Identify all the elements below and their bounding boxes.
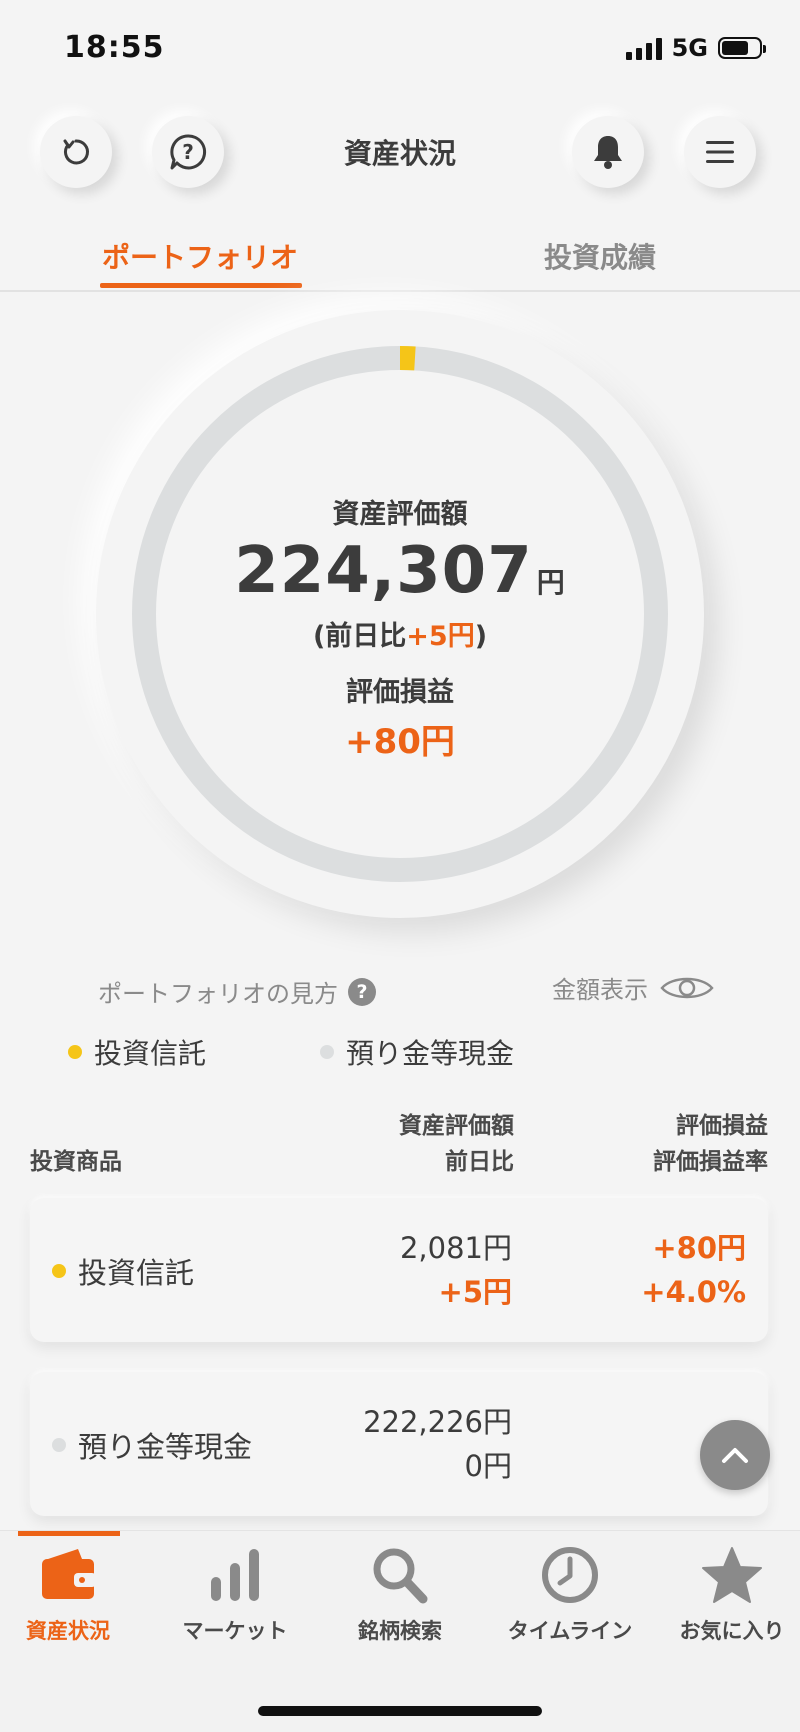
col-header-value-2: 前日比 [445,1149,514,1175]
hamburger-menu-icon [706,141,734,163]
home-indicator [258,1706,542,1716]
scroll-to-top-button[interactable] [700,1420,770,1490]
legend-item-cash: 預り金等現金 [320,1032,514,1072]
asset-value-label: 資産評価額 [332,499,468,530]
eye-icon [660,977,714,998]
holding-value: 222,226円 0円 [363,1400,512,1488]
holding-pl-rate: +4.0% [641,1275,746,1309]
holding-pl: +80円 +4.0% [641,1226,746,1314]
holding-name-label: 預り金等現金 [78,1430,253,1464]
nav-item-timeline[interactable]: タイムライン [490,1545,650,1645]
holding-row-fund[interactable]: 投資信託 2,081円 +5円 +80円 +4.0% [30,1198,768,1342]
day-change-value: +5円 [406,621,475,652]
holding-name-label: 投資信託 [78,1256,195,1290]
col-header-pl: 評価損益 評価損益率 [653,1108,768,1180]
holding-name: 投資信託 [52,1250,194,1292]
holding-dot-cash [52,1438,66,1452]
nav-label: 資産状況 [26,1619,110,1643]
bar-chart-icon [211,1549,259,1601]
star-icon [702,1547,762,1603]
legend-label-fund: 投資信託 [94,1037,207,1070]
bell-icon [594,136,622,169]
search-icon [373,1548,428,1604]
legend-dot-fund [68,1045,82,1059]
holding-dot-fund [52,1264,66,1278]
tab-active-indicator [100,283,302,288]
asset-value-number: 224,307 [234,534,533,608]
nav-item-favorites[interactable]: お気に入り [652,1545,800,1645]
nav-active-indicator [18,1531,120,1536]
question-icon: ? [348,977,376,1006]
network-type: 5G [671,34,708,62]
legend-item-fund: 投資信託 [68,1032,206,1072]
nav-item-assets[interactable]: 資産状況 [0,1545,148,1645]
nav-label: お気に入り [679,1619,785,1643]
col-header-value: 資産評価額 前日比 [399,1108,514,1180]
holding-name: 預り金等現金 [52,1424,252,1466]
profit-loss-value: +80円 [345,722,455,762]
nav-label: 銘柄検索 [358,1619,442,1643]
status-time: 18:55 [64,30,165,65]
notifications-button[interactable] [572,116,644,188]
legend-dot-cash [320,1045,334,1059]
nav-item-search[interactable]: 銘柄検索 [320,1545,480,1645]
nav-item-market[interactable]: マーケット [155,1545,315,1645]
holding-day-change: 0円 [464,1449,512,1483]
holding-value: 2,081円 +5円 [400,1226,512,1314]
chevron-up-icon [722,1448,748,1463]
col-header-pl-1: 評価損益 [676,1113,768,1139]
tab-portfolio[interactable]: ポートフォリオ [90,236,310,276]
portfolio-howto-link[interactable]: ポートフォリオの見方 ? [98,974,376,1009]
holding-day-change: +5円 [438,1275,512,1309]
bottom-navigation: 資産状況 マーケット 銘柄検索 タイムライン お気に入り [0,1530,800,1732]
clock-icon [542,1547,598,1603]
holding-pl-amount: +80円 [652,1231,746,1265]
toggle-amount-display[interactable]: 金額表示 [552,970,714,1005]
cellular-signal-icon [625,36,662,60]
legend-label-cash: 預り金等現金 [346,1037,515,1070]
col-header-product: 投資商品 [30,1149,122,1175]
menu-button[interactable] [684,116,756,188]
asset-value: 224,307 円 [130,534,670,608]
battery-icon [718,37,766,59]
profit-loss-label: 評価損益 [346,677,454,708]
day-change-suffix: ) [474,621,488,652]
col-header-pl-2: 評価損益率 [653,1149,768,1175]
tab-performance[interactable]: 投資成績 [490,236,710,276]
holding-value-amount: 2,081円 [399,1231,512,1265]
page-title: 資産状況 [343,137,456,170]
col-header-value-1: 資産評価額 [399,1113,514,1139]
holding-value-amount: 222,226円 [363,1405,512,1439]
tab-bar: ポートフォリオ 投資成績 [0,230,800,292]
day-change: (前日比+5円) [130,614,670,653]
howto-label: ポートフォリオの見方 [98,980,338,1008]
day-change-prefix: (前日比 [312,621,407,652]
summary-center: 資産評価額 224,307 円 (前日比+5円) 評価損益 +80円 [130,344,670,884]
asset-value-unit: 円 [536,566,566,599]
nav-label: マーケット [182,1619,288,1643]
holding-row-cash[interactable]: 預り金等現金 222,226円 0円 [30,1372,768,1516]
nav-label: タイムライン [507,1619,633,1643]
wallet-icon [42,1549,96,1599]
show-amount-label: 金額表示 [552,976,648,1004]
status-indicators: 5G [625,34,766,62]
